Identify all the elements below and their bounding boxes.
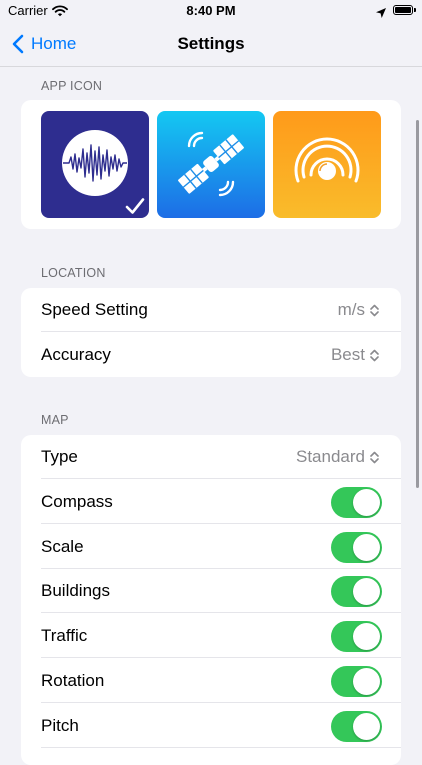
chevron-up-down-icon (370, 451, 379, 464)
navigation-bar: Home Settings (0, 22, 422, 67)
buildings-row: Buildings (21, 569, 401, 614)
row-divider (41, 746, 401, 748)
battery-cap (414, 8, 416, 12)
satellite-icon (178, 131, 244, 197)
section-header-location: LOCATION (41, 266, 106, 280)
scale-toggle[interactable] (331, 531, 382, 563)
rotation-label: Rotation (41, 671, 105, 690)
battery-icon (393, 5, 413, 15)
rotation-row: Rotation (21, 659, 401, 703)
traffic-toggle[interactable] (331, 621, 382, 653)
scale-label: Scale (41, 536, 84, 556)
map-type-value: Standard (296, 447, 365, 466)
vertical-scrollbar[interactable] (416, 120, 419, 488)
map-type-label: Type (41, 447, 78, 466)
pitch-toggle[interactable] (331, 710, 382, 742)
pitch-label: Pitch (41, 715, 79, 735)
app-icon-card (21, 100, 401, 229)
signal-target-icon (294, 137, 360, 183)
traffic-label: Traffic (41, 626, 88, 646)
app-icon-option-waveform[interactable] (41, 111, 149, 218)
accuracy-row[interactable]: Accuracy Best (21, 333, 401, 377)
compass-row: Compass (21, 480, 401, 524)
location-arrow-icon (376, 5, 386, 23)
location-card: Speed Setting m/s Accuracy Best (21, 288, 401, 377)
status-time: 8:40 PM (186, 3, 236, 18)
accuracy-label: Accuracy (41, 345, 111, 364)
app-icon-option-satellite[interactable] (157, 111, 265, 218)
chevron-up-down-icon (370, 349, 379, 362)
speed-setting-row[interactable]: Speed Setting m/s (21, 288, 401, 332)
app-icon-option-signal[interactable] (273, 111, 381, 218)
accuracy-value: Best (330, 345, 365, 364)
section-header-app-icon: APP ICON (41, 79, 103, 93)
traffic-row: Traffic (21, 614, 401, 659)
compass-label: Compass (41, 491, 113, 511)
speed-setting-label: Speed Setting (41, 300, 148, 319)
checkmark-icon (125, 198, 145, 214)
map-card: Type Standard Compass Scale Buildings Tr… (21, 435, 401, 765)
pitch-row: Pitch (21, 704, 401, 748)
rotation-toggle[interactable] (331, 666, 382, 697)
compass-toggle[interactable] (331, 486, 382, 518)
chevron-up-down-icon (370, 304, 379, 317)
page-title: Settings (177, 34, 245, 53)
status-bar: Carrier 8:40 PM (0, 0, 422, 22)
row-divider (41, 331, 401, 332)
buildings-toggle[interactable] (331, 576, 382, 608)
speed-setting-value: m/s (337, 300, 365, 319)
scale-row: Scale (21, 525, 401, 569)
map-type-row[interactable]: Type Standard (21, 435, 401, 479)
buildings-label: Buildings (41, 581, 110, 601)
section-header-map: MAP (41, 413, 69, 427)
